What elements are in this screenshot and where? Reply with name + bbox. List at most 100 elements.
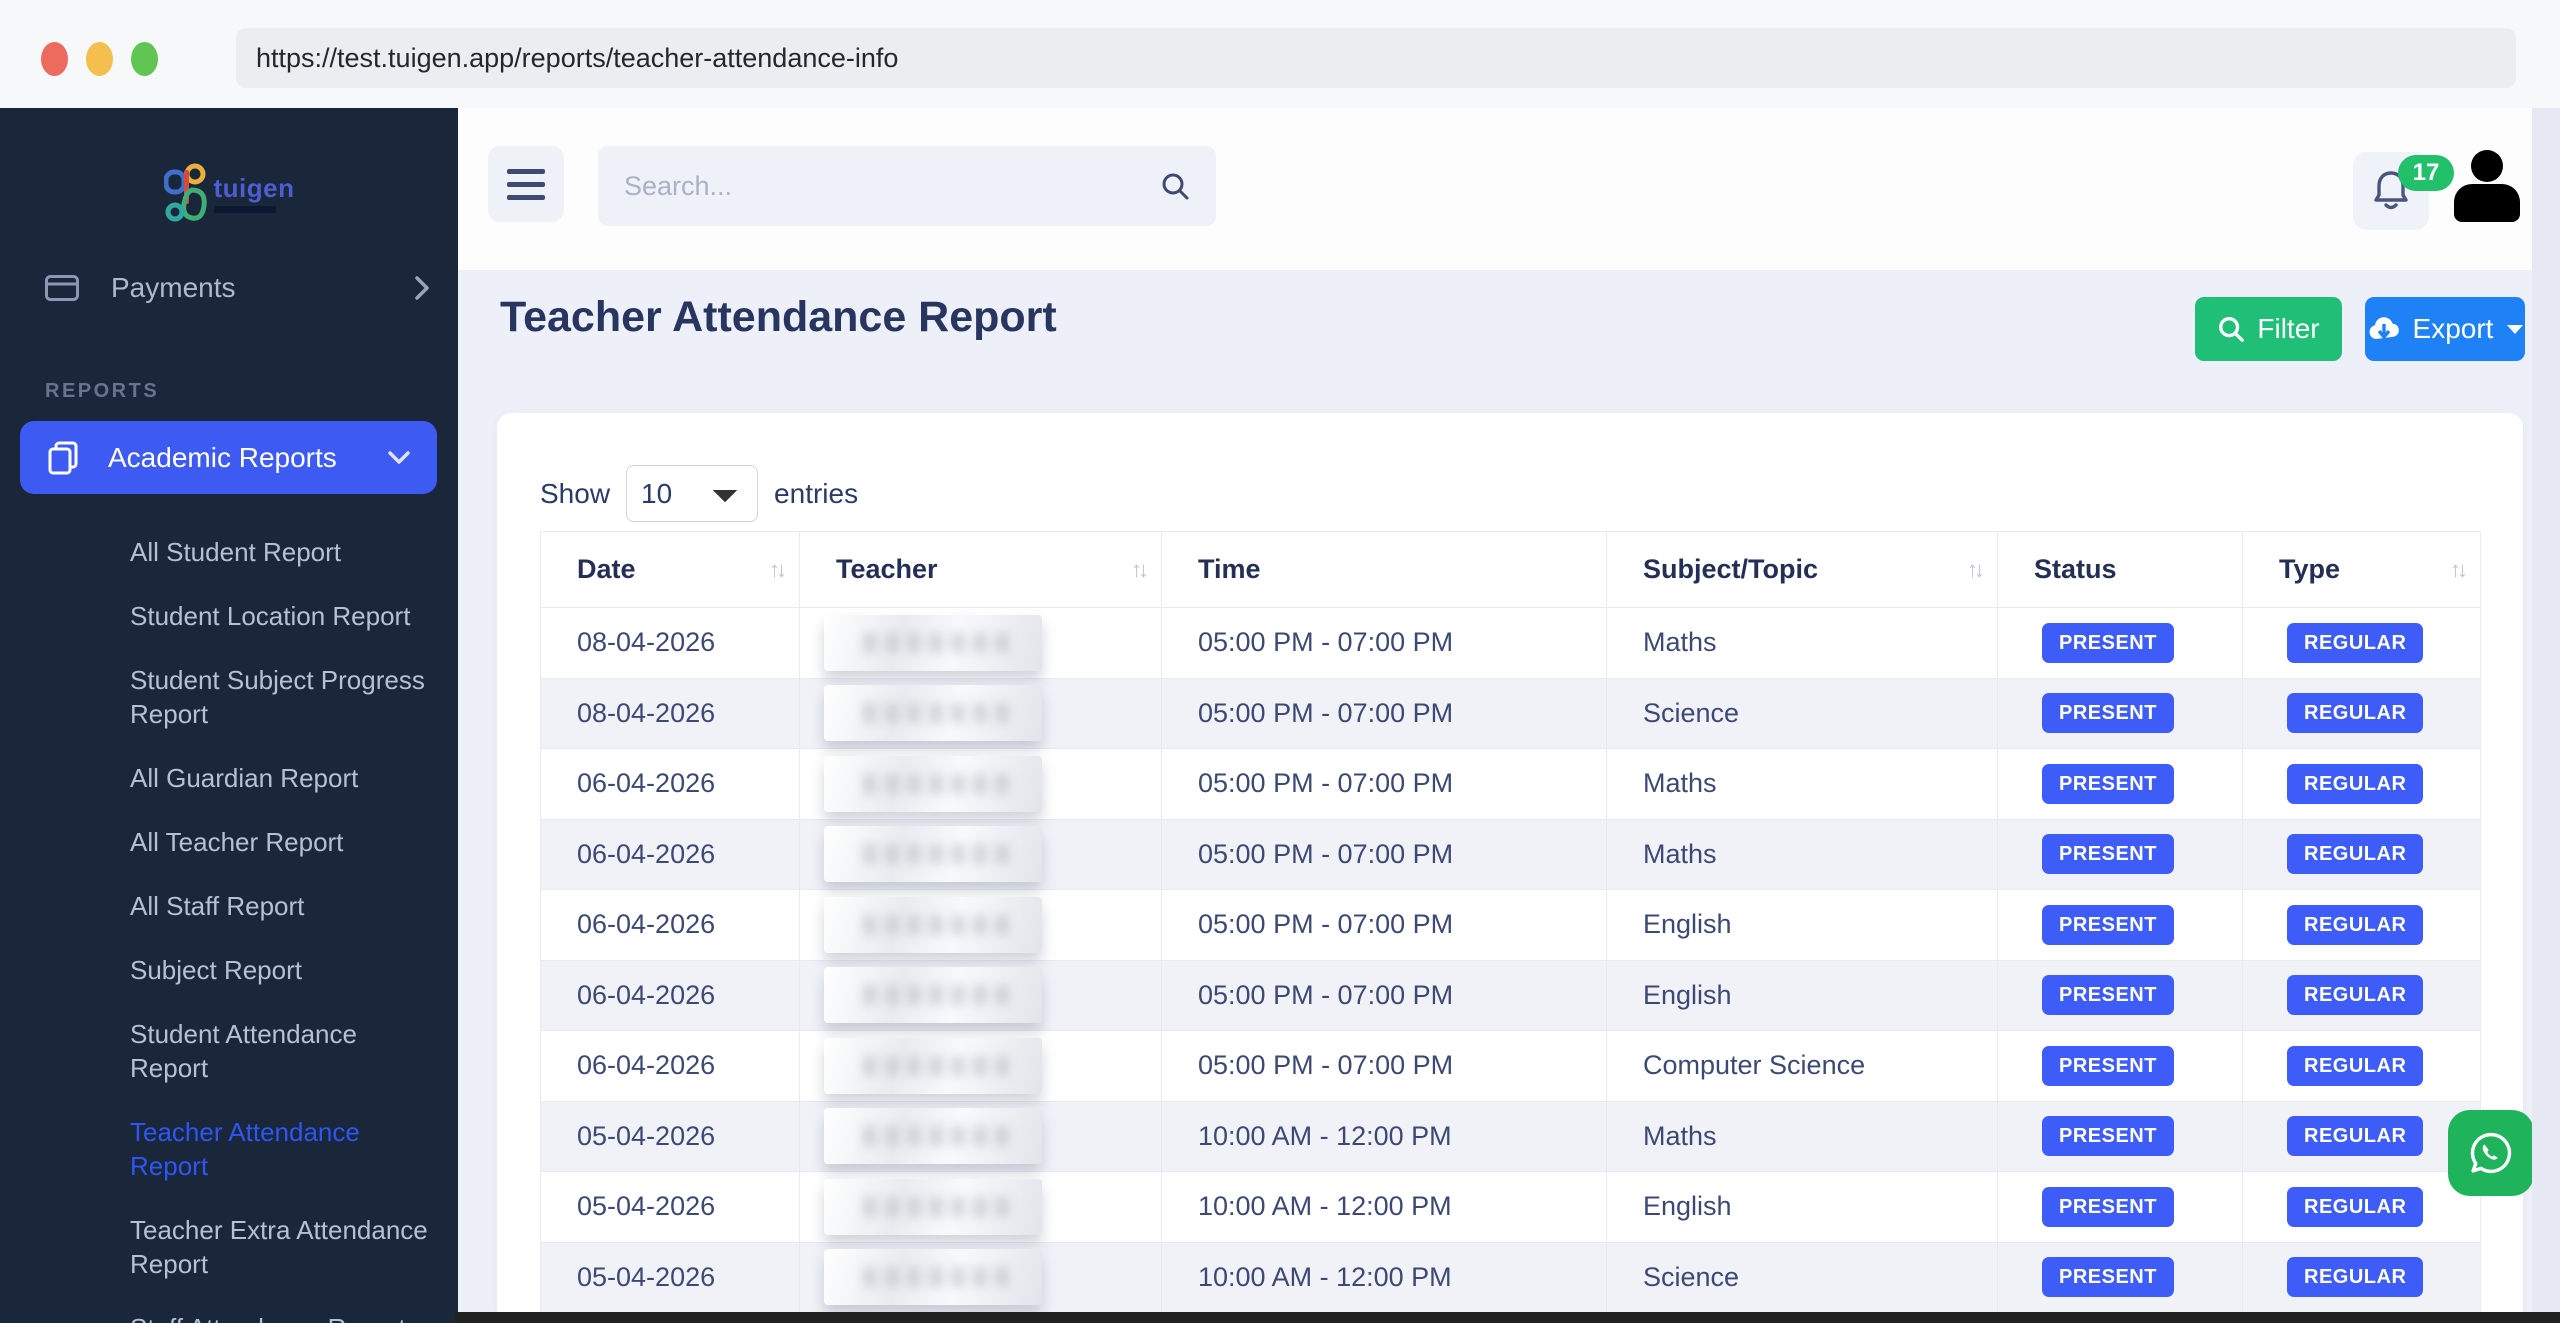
column-header-subject-topic[interactable]: Subject/Topic↑↓ [1607,532,1998,608]
table-row[interactable]: 06-04-2026 05:00 PM - 07:00 PM Maths PRE… [541,819,2481,890]
status-badge: PRESENT [2042,905,2174,945]
show-label: Show [540,478,610,510]
table-row[interactable]: 05-04-2026 10:00 AM - 12:00 PM English P… [541,1172,2481,1243]
table-row[interactable]: 06-04-2026 05:00 PM - 07:00 PM Computer … [541,1031,2481,1102]
redacted-teacher-name [824,897,1042,953]
type-badge: REGULAR [2287,693,2423,733]
table-row[interactable]: 06-04-2026 05:00 PM - 07:00 PM Maths PRE… [541,749,2481,820]
cell-type: REGULAR [2243,890,2481,961]
export-button[interactable]: Export [2365,297,2525,361]
type-badge: REGULAR [2287,1046,2423,1086]
whatsapp-button[interactable] [2448,1110,2534,1196]
address-bar[interactable]: https://test.tuigen.app/reports/teacher-… [236,28,2516,88]
cell-time: 10:00 AM - 12:00 PM [1162,1242,1607,1313]
filter-button[interactable]: Filter [2195,297,2342,361]
sidebar-submenu-item[interactable]: Subject Report [0,938,458,1002]
cell-time: 05:00 PM - 07:00 PM [1162,1031,1607,1102]
sidebar-submenu-item[interactable]: Student Subject Progress Report [0,648,458,746]
type-badge: REGULAR [2287,905,2423,945]
cell-subject: Science [1607,678,1998,749]
chevron-right-icon [414,275,430,301]
cell-time: 05:00 PM - 07:00 PM [1162,749,1607,820]
cell-status: PRESENT [1998,819,2243,890]
cell-date: 08-04-2026 [541,608,800,679]
sidebar-submenu-item[interactable]: Staff Attendance Report [0,1296,458,1323]
cell-subject: Maths [1607,1101,1998,1172]
table-row[interactable]: 08-04-2026 05:00 PM - 07:00 PM Maths PRE… [541,608,2481,679]
column-header-teacher[interactable]: Teacher↑↓ [800,532,1162,608]
cell-status: PRESENT [1998,960,2243,1031]
cloud-download-icon [2367,315,2401,343]
redacted-teacher-name [824,1179,1042,1235]
table-length-control: Show 10 entries [540,465,2480,522]
sort-icon[interactable]: ↑↓ [2450,557,2464,583]
sidebar-item-payments[interactable]: Payments [0,248,458,328]
cell-date: 06-04-2026 [541,749,800,820]
cell-type: REGULAR [2243,749,2481,820]
sort-icon[interactable]: ↑↓ [1131,557,1145,583]
status-badge: PRESENT [2042,623,2174,663]
horizontal-scrollbar[interactable] [455,1312,2560,1323]
table-row[interactable]: 06-04-2026 05:00 PM - 07:00 PM English P… [541,960,2481,1031]
cell-time: 05:00 PM - 07:00 PM [1162,819,1607,890]
sidebar-submenu-item[interactable]: All Guardian Report [0,746,458,810]
whatsapp-icon [2465,1127,2517,1179]
sidebar-section-reports: REPORTS [45,380,458,403]
cell-type: REGULAR [2243,1031,2481,1102]
sidebar-submenu-item[interactable]: Student Location Report [0,584,458,648]
cell-subject: English [1607,960,1998,1031]
app-logo[interactable]: tuigen [0,154,458,234]
status-badge: PRESENT [2042,1257,2174,1297]
cell-date: 06-04-2026 [541,819,800,890]
search-icon[interactable] [1160,171,1190,201]
cell-type: REGULAR [2243,960,2481,1031]
vertical-scrollbar-track[interactable] [2532,108,2560,1323]
minimize-window-button[interactable] [86,42,113,76]
sidebar-item-academic-reports[interactable]: Academic Reports [20,421,437,494]
type-badge: REGULAR [2287,1187,2423,1227]
column-header-type[interactable]: Type↑↓ [2243,532,2481,608]
sidebar-submenu-item[interactable]: Teacher Attendance Report [0,1100,458,1198]
cell-teacher [800,1172,1162,1243]
sidebar-submenu-item[interactable]: All Staff Report [0,874,458,938]
table-row[interactable]: 05-04-2026 10:00 AM - 12:00 PM Science P… [541,1242,2481,1313]
cell-teacher [800,1242,1162,1313]
status-badge: PRESENT [2042,1187,2174,1227]
sidebar-submenu-item[interactable]: All Student Report [0,520,458,584]
cell-teacher [800,608,1162,679]
notification-count-badge: 17 [2398,155,2454,191]
cell-type: REGULAR [2243,1242,2481,1313]
sort-icon[interactable]: ↑↓ [1967,557,1981,583]
sidebar-submenu-item[interactable]: Student Attendance Report [0,1002,458,1100]
table-row[interactable]: 08-04-2026 05:00 PM - 07:00 PM Science P… [541,678,2481,749]
top-navbar: 17 [458,108,2560,270]
cell-type: REGULAR [2243,608,2481,679]
cell-date: 06-04-2026 [541,890,800,961]
sort-icon[interactable]: ↑↓ [769,557,783,583]
table-row[interactable]: 05-04-2026 10:00 AM - 12:00 PM Maths PRE… [541,1101,2481,1172]
cell-date: 05-04-2026 [541,1172,800,1243]
zoom-window-button[interactable] [131,42,158,76]
cell-status: PRESENT [1998,1242,2243,1313]
cell-date: 06-04-2026 [541,960,800,1031]
close-window-button[interactable] [41,42,68,76]
report-card: Show 10 entries Date↑↓Teacher↑↓TimeSubje… [497,413,2523,1323]
table-row[interactable]: 06-04-2026 05:00 PM - 07:00 PM English P… [541,890,2481,961]
cell-status: PRESENT [1998,1172,2243,1243]
cell-teacher [800,749,1162,820]
cell-status: PRESENT [1998,890,2243,961]
search-input[interactable] [624,171,1160,202]
user-avatar[interactable] [2454,148,2520,228]
redacted-teacher-name [824,1108,1042,1164]
redacted-teacher-name [824,826,1042,882]
sidebar-submenu-item[interactable]: All Teacher Report [0,810,458,874]
redacted-teacher-name [824,685,1042,741]
attendance-table: Date↑↓Teacher↑↓TimeSubject/Topic↑↓Status… [540,531,2481,1313]
column-header-date[interactable]: Date↑↓ [541,532,800,608]
type-badge: REGULAR [2287,834,2423,874]
cell-time: 05:00 PM - 07:00 PM [1162,890,1607,961]
page-size-select[interactable]: 10 [626,465,758,522]
cell-subject: English [1607,1172,1998,1243]
sidebar-submenu-item[interactable]: Teacher Extra Attendance Report [0,1198,458,1296]
sidebar-toggle-button[interactable] [488,146,564,222]
